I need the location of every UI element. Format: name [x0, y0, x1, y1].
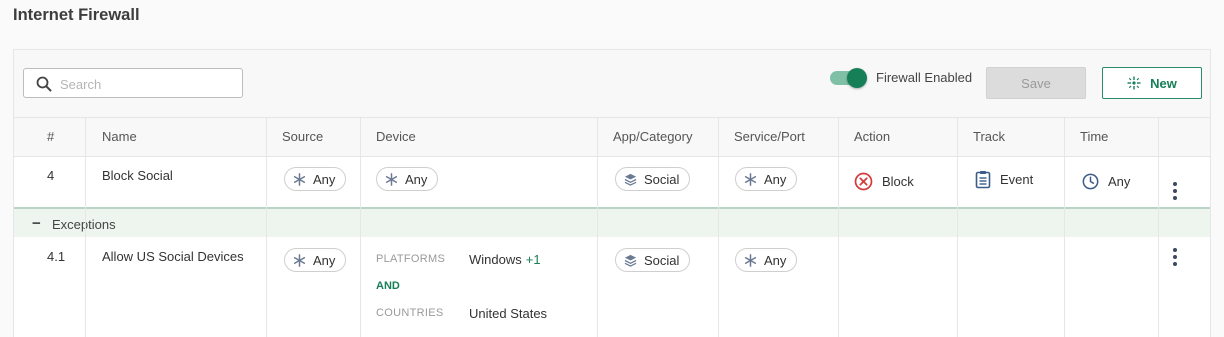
countries-value: United States: [469, 306, 548, 321]
save-button-label: Save: [1021, 75, 1051, 91]
col-divider: [1158, 117, 1159, 337]
column-header-time[interactable]: Time: [1080, 129, 1108, 144]
rule-number: 4: [47, 168, 55, 183]
asterisk-icon: [744, 172, 757, 186]
device-value: Any: [405, 171, 428, 187]
exception-source-value: Any: [313, 252, 336, 268]
page-title: Internet Firewall: [13, 6, 140, 24]
col-divider: [360, 117, 361, 337]
service-port-chip[interactable]: Any: [735, 167, 798, 191]
exception-service-port-value: Any: [764, 252, 787, 268]
source-chip[interactable]: Any: [284, 167, 347, 191]
firewall-enabled-toggle[interactable]: [830, 68, 868, 88]
col-divider: [85, 117, 86, 337]
new-button-label: New: [1150, 75, 1177, 91]
exception-app-category-value: Social: [644, 252, 680, 268]
col-divider: [838, 117, 839, 337]
firewall-enabled-label: Firewall Enabled: [876, 70, 973, 85]
layers-icon: [624, 173, 637, 186]
column-header-track[interactable]: Track: [973, 129, 1005, 144]
search-box[interactable]: [23, 68, 243, 98]
exceptions-label: Exceptions: [52, 217, 116, 232]
collapse-exceptions-icon[interactable]: −: [32, 215, 41, 232]
device-chip[interactable]: Any: [376, 167, 439, 191]
layers-icon: [624, 254, 637, 267]
column-header-action[interactable]: Action: [854, 129, 890, 144]
column-header-service-port[interactable]: Service/Port: [734, 129, 805, 144]
track-value: Event: [1000, 172, 1034, 187]
exceptions-header[interactable]: − Exceptions: [14, 207, 1210, 237]
column-header-name[interactable]: Name: [102, 129, 137, 144]
action-value: Block: [882, 174, 914, 189]
x-circle-icon: [854, 172, 873, 191]
exception-name[interactable]: Allow US Social Devices: [102, 249, 244, 264]
platforms-value: Windows: [469, 252, 522, 267]
rules-table: − Exceptions # Name Source Device App/Ca…: [14, 117, 1210, 337]
firewall-panel: Firewall Enabled Save New − Exceptions: [13, 49, 1211, 337]
time-cell[interactable]: Any: [1082, 173, 1130, 190]
clock-icon: [1082, 173, 1099, 190]
exception-number: 4.1: [47, 249, 66, 264]
asterisk-icon: [293, 172, 306, 186]
exception-source-chip[interactable]: Any: [284, 248, 347, 272]
action-cell[interactable]: Block: [854, 172, 914, 191]
column-header-source[interactable]: Source: [282, 129, 323, 144]
rule-menu-kebab-icon[interactable]: [1170, 182, 1180, 200]
col-divider: [597, 117, 598, 337]
condition-and-label: AND: [376, 280, 400, 292]
countries-key: COUNTRIES: [376, 307, 444, 319]
asterisk-icon: [385, 172, 398, 186]
asterisk-icon: [744, 253, 757, 267]
exception-menu-kebab-icon[interactable]: [1170, 248, 1180, 266]
search-input[interactable]: [60, 74, 235, 94]
col-divider: [266, 117, 267, 337]
rule-name[interactable]: Block Social: [102, 168, 173, 183]
source-value: Any: [313, 171, 336, 187]
exception-service-port-chip[interactable]: Any: [735, 248, 798, 272]
service-port-value: Any: [764, 171, 787, 187]
column-header-number[interactable]: #: [47, 129, 54, 144]
app-category-chip[interactable]: Social: [615, 167, 691, 191]
app-category-value: Social: [644, 171, 680, 187]
search-icon: [36, 76, 52, 92]
clipboard-icon: [975, 171, 991, 189]
platforms-value-wrap[interactable]: Windows +1: [469, 252, 541, 267]
asterisk-icon: [293, 253, 306, 267]
crosshair-sparkle-icon: [1127, 76, 1141, 90]
platforms-key: PLATFORMS: [376, 253, 446, 265]
track-cell[interactable]: Event: [975, 170, 1033, 189]
new-rule-button[interactable]: New: [1102, 67, 1202, 99]
column-header-device[interactable]: Device: [376, 129, 416, 144]
platforms-more-link[interactable]: +1: [526, 252, 541, 267]
header-divider: [14, 156, 1210, 157]
table-top-border: [14, 117, 1210, 118]
col-divider: [957, 117, 958, 337]
time-value: Any: [1108, 174, 1131, 189]
save-button[interactable]: Save: [986, 67, 1086, 99]
column-header-app-category[interactable]: App/Category: [613, 129, 693, 144]
col-divider: [1064, 117, 1065, 337]
toggle-knob: [847, 68, 867, 88]
exception-app-category-chip[interactable]: Social: [615, 248, 691, 272]
col-divider: [718, 117, 719, 337]
